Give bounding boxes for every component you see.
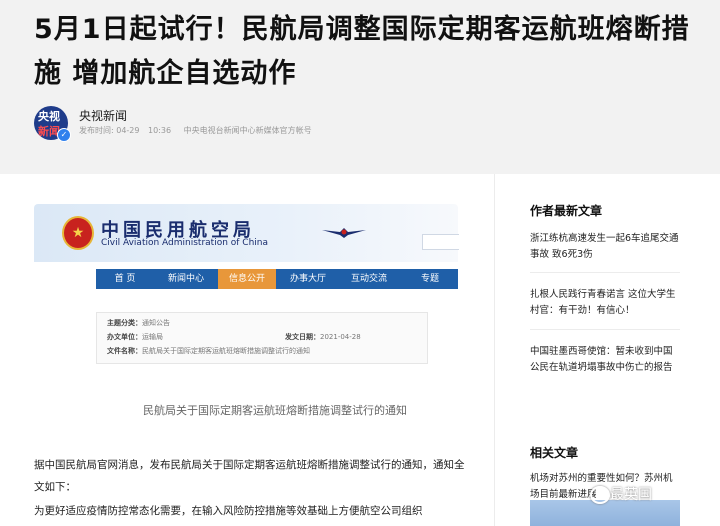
- sidebar-article-link[interactable]: 中国驻墨西哥使馆：暂未收到中国公民在轨道坍塌事故中伤亡的报告: [530, 344, 680, 376]
- date-value: 2021-04-28: [320, 333, 361, 341]
- notice-title: 民航局关于国际定期客运航班熔断措施调整试行的通知: [143, 404, 407, 417]
- caac-nav-topics: 专题: [420, 274, 439, 284]
- notice-filename: 文件名称：民航局关于国际定期客运航班熔断措施调整试行的通知: [107, 346, 310, 356]
- article-title: 5月1日起试行！民航局调整国际定期客运航班熔断措施 增加航企自选动作: [34, 14, 690, 89]
- caac-nav-services: 办事大厅: [289, 274, 326, 284]
- sidebar-article-link[interactable]: 浙江练杭高速发生一起6车追尾交通事故 致6死3伤: [530, 231, 680, 263]
- author-name[interactable]: 央视新闻: [79, 107, 127, 124]
- verified-badge-icon: ✓: [57, 128, 71, 142]
- category-label: 主题分类：: [107, 319, 142, 327]
- caac-nav-bar: 首 页 新闻中心 信息公开 办事大厅 互动交流 专题: [96, 269, 458, 289]
- notice-issuer: 办文单位：运输局: [107, 332, 163, 342]
- national-emblem-icon: ★: [62, 216, 94, 250]
- caac-search-input: [422, 234, 459, 250]
- caac-site-name-en: Civil Aviation Administration of China: [101, 238, 269, 248]
- latest-articles-heading: 作者最新文章: [530, 204, 603, 218]
- divider: [530, 329, 680, 330]
- publish-date: 发布时间: 04-29: [79, 126, 140, 135]
- related-articles-heading: 相关文章: [530, 446, 579, 460]
- caac-nav-interaction: 互动交流: [350, 274, 387, 284]
- watermark-text: 最英国: [610, 487, 652, 503]
- article-paragraph: 据中国民航局官网消息，发布民航局关于国际定期客运航班熔断措施调整试行的通知，通知…: [34, 459, 465, 493]
- related-article-thumbnail[interactable]: [530, 500, 680, 526]
- article-body: ★ 中国民用航空局 Civil Aviation Administration …: [0, 174, 494, 526]
- caac-nav-news: 新闻中心: [167, 274, 204, 284]
- article-header: 5月1日起试行！民航局调整国际定期客运航班熔断措施 增加航企自选动作 央视 新闻…: [0, 0, 720, 174]
- notice-category: 主题分类：通知公告: [107, 318, 170, 328]
- issuer-value: 运输局: [142, 333, 163, 341]
- sidebar: 作者最新文章 浙江练杭高速发生一起6车追尾交通事故 致6死3伤 扎根人民践行青春…: [495, 174, 720, 526]
- notice-date: 发文日期：2021-04-28: [285, 332, 361, 342]
- filename-label: 文件名称：: [107, 347, 142, 355]
- divider: [530, 272, 680, 273]
- article-meta: 发布时间: 04-29 10:36 中央电视台新闻中心新媒体官方帐号: [79, 125, 318, 136]
- wechat-watermark-icon: [590, 486, 610, 504]
- issuer-label: 办文单位：: [107, 333, 142, 341]
- article-paragraph: 为更好适应疫情防控常态化需要，在输入风险防控措施等效基础上方便航空公司组织: [34, 505, 423, 517]
- caac-wings-logo-icon: [322, 228, 366, 238]
- category-value: 通知公告: [142, 319, 170, 327]
- avatar-text-top: 央视: [38, 110, 60, 123]
- date-label: 发文日期：: [285, 333, 320, 341]
- caac-nav-info: 信息公开: [218, 269, 276, 289]
- sidebar-article-link[interactable]: 扎根人民践行青春诺言 这位大学生村官：有干劲！有信心！: [530, 287, 680, 319]
- publish-time: 10:36: [148, 126, 172, 135]
- account-description: 中央电视台新闻中心新媒体官方帐号: [183, 126, 312, 135]
- filename-value: 民航局关于国际定期客运航班熔断措施调整试行的通知: [142, 347, 310, 355]
- caac-nav-home: 首 页: [114, 274, 136, 284]
- notice-info-box: 主题分类：通知公告 办文单位：运输局 发文日期：2021-04-28 文件名称：…: [96, 312, 428, 364]
